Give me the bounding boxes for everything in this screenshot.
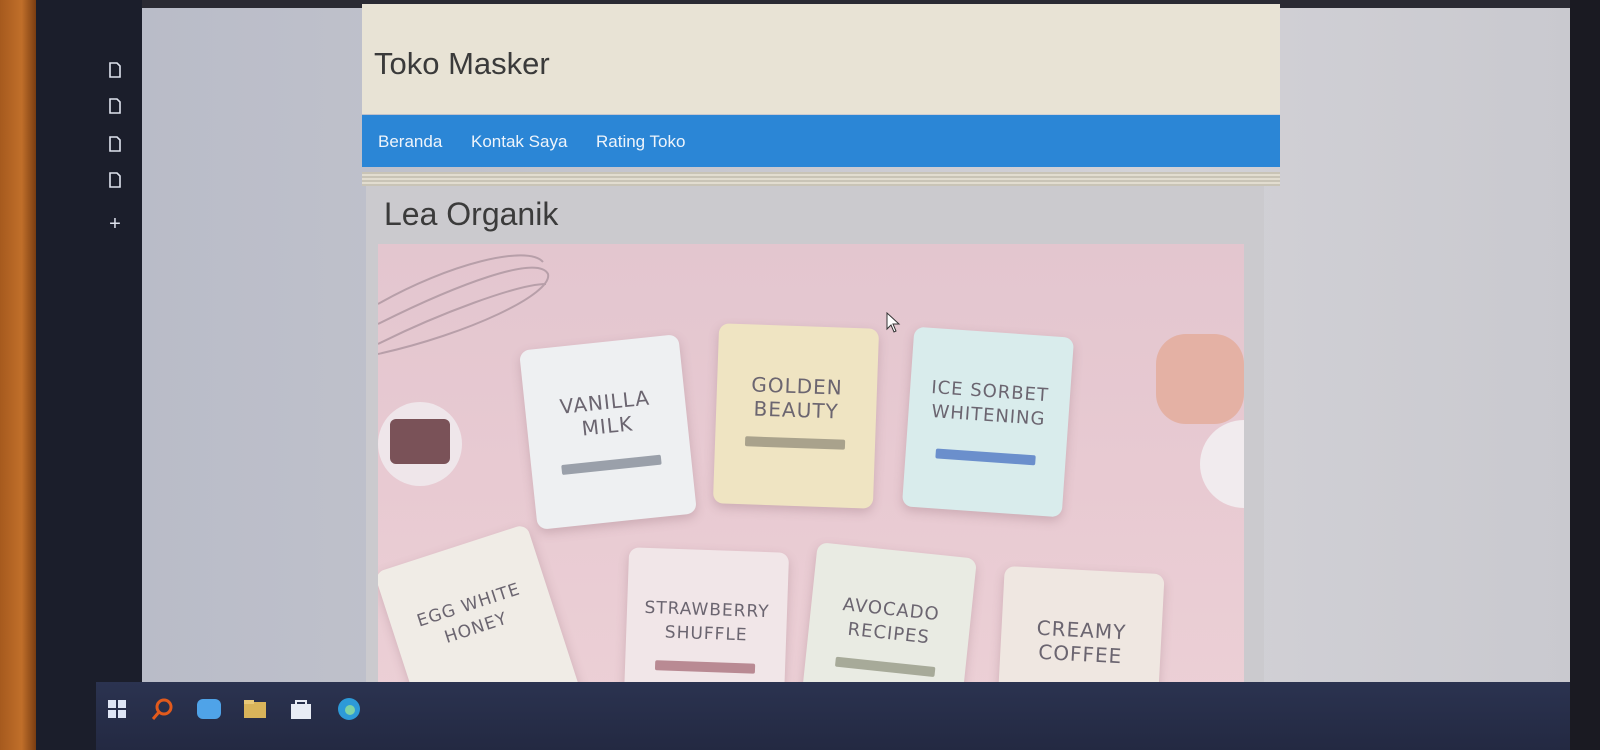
article: Lea Organik VANILLA MILK GOLDEN BEAUTY I… — [366, 186, 1264, 714]
edge-browser-icon[interactable] — [336, 696, 362, 722]
mask-label-creamy-coffee: CREAMY COFFEE — [1036, 615, 1127, 669]
page-icon[interactable] — [108, 172, 122, 188]
nav-link-beranda[interactable]: Beranda — [378, 132, 442, 152]
divider — [362, 172, 1280, 186]
monitor-frame-left — [0, 0, 36, 750]
article-title: Lea Organik — [384, 196, 559, 232]
hero-image: VANILLA MILK GOLDEN BEAUTY ICE SORBET WHITE… — [378, 244, 1244, 714]
navbar: Beranda Kontak Saya Rating Toko — [362, 115, 1280, 167]
mask-band — [744, 436, 846, 450]
nav-link-rating-toko[interactable]: Rating Toko — [596, 132, 685, 152]
mask-label-egg-white: EGG WHITE HONEY — [414, 579, 523, 648]
search-icon[interactable] — [150, 696, 176, 722]
taskbar — [96, 682, 1570, 750]
store-icon[interactable] — [288, 696, 314, 722]
site-header: Toko Masker — [362, 4, 1280, 114]
mask-label-ice-sorbet: ICE SORBET WHITENING — [930, 376, 1050, 430]
mask-band — [834, 656, 936, 678]
page-icon[interactable] — [108, 98, 122, 114]
nav-link-kontak-saya[interactable]: Kontak Saya — [471, 132, 567, 152]
mask-band — [654, 660, 756, 674]
mask-product-card: ICE SORBET WHITENING — [901, 326, 1075, 518]
web-page: Toko Masker Beranda Kontak Saya Rating T… — [362, 4, 1280, 714]
windows-start-icon[interactable] — [104, 696, 130, 722]
mask-band — [935, 448, 1036, 466]
mask-label-strawberry: STRAWBERRY SHUFFLE — [644, 597, 770, 646]
mask-product-card: VANILLA MILK — [519, 334, 697, 530]
mask-band — [561, 454, 662, 476]
add-page-icon[interactable]: + — [106, 214, 124, 234]
scrollbar[interactable] — [1570, 0, 1600, 750]
zoom-icon[interactable] — [196, 696, 222, 722]
mask-product-card: GOLDEN BEAUTY — [712, 323, 880, 509]
mask-label-vanilla-milk: VANILLA MILK — [558, 385, 652, 441]
site-title: Toko Masker — [374, 46, 550, 81]
file-explorer-icon[interactable] — [242, 696, 268, 722]
mask-label-golden-beauty: GOLDEN BEAUTY — [750, 372, 844, 424]
mask-label-avocado: AVOCADO RECIPES — [841, 594, 941, 649]
page-icon[interactable] — [108, 62, 122, 78]
page-icon[interactable] — [108, 136, 122, 152]
monitor-bezel — [36, 0, 142, 750]
mouse-cursor-icon — [886, 312, 901, 333]
